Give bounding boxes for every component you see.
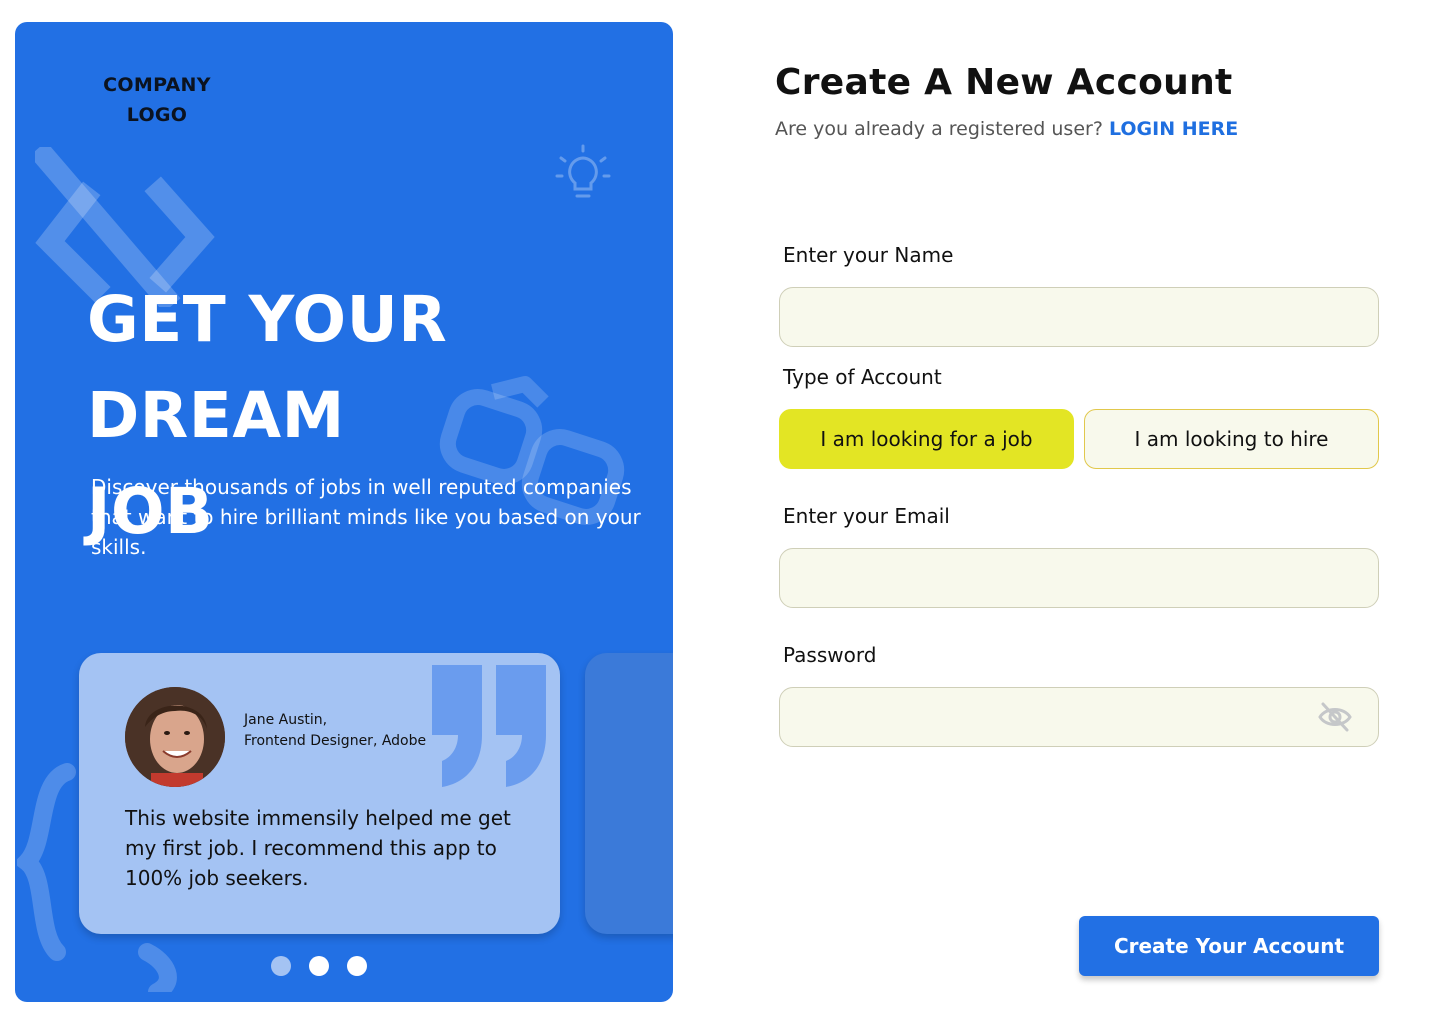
password-label: Password xyxy=(783,643,877,667)
email-label: Enter your Email xyxy=(783,504,950,528)
logo-line-2: LOGO xyxy=(126,104,188,126)
eye-off-icon[interactable] xyxy=(1317,700,1353,734)
headline-line-1: GET YOUR DREAM xyxy=(87,283,448,452)
account-type-hirer[interactable]: I am looking to hire xyxy=(1084,409,1379,469)
hero-description: Discover thousands of jobs in well reput… xyxy=(91,475,641,559)
carousel-dot-1[interactable] xyxy=(271,956,291,976)
email-input[interactable] xyxy=(779,548,1379,608)
account-type-label: Type of Account xyxy=(783,365,942,389)
author-role: Frontend Designer, Adobe xyxy=(244,733,427,749)
company-logo: COMPANY LOGO xyxy=(87,70,227,130)
next-testimonial-card[interactable] xyxy=(585,653,673,934)
logo-line-1: COMPANY xyxy=(103,74,211,96)
carousel-dot-2[interactable] xyxy=(309,956,329,976)
quote-mark-icon xyxy=(432,665,546,787)
author-name: Jane Austin, xyxy=(244,712,328,728)
create-account-button[interactable]: Create Your Account xyxy=(1079,916,1379,976)
carousel-dot-3[interactable] xyxy=(347,956,367,976)
author-avatar xyxy=(125,687,225,787)
login-link[interactable]: LOGIN HERE xyxy=(1109,118,1238,140)
author-info: Jane Austin, Frontend Designer, Adobe xyxy=(244,710,426,752)
testimonial-quote: This website immensily helped me get my … xyxy=(125,806,511,890)
lightbulb-icon xyxy=(555,144,611,198)
login-prompt: Are you already a registered user? xyxy=(775,118,1103,140)
signup-page: COMPANY LOGO GET YOUR DREAM JOB Discover… xyxy=(0,0,1440,1024)
name-input[interactable] xyxy=(779,287,1379,347)
carousel-dots xyxy=(271,956,367,976)
name-label: Enter your Name xyxy=(783,243,954,267)
hero-panel: COMPANY LOGO GET YOUR DREAM JOB Discover… xyxy=(15,22,673,1002)
testimonial-card: Jane Austin, Frontend Designer, Adobe Th… xyxy=(79,653,560,934)
form-title: Create A New Account xyxy=(775,62,1233,103)
login-prompt-line: Are you already a registered user? LOGIN… xyxy=(775,118,1238,140)
account-type-job-seeker[interactable]: I am looking for a job xyxy=(779,409,1074,469)
password-input[interactable] xyxy=(779,687,1379,747)
